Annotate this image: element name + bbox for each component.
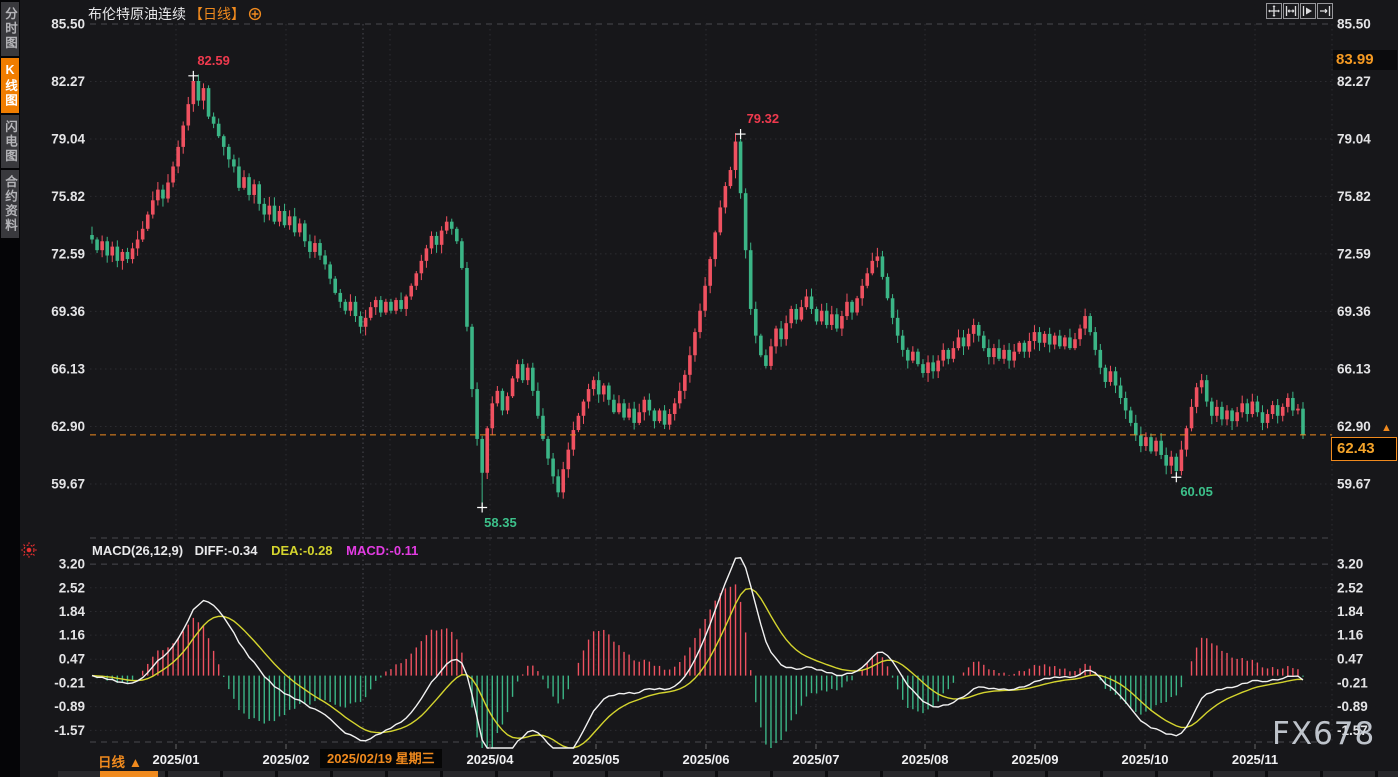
price-tick-label-right: 62.90: [1337, 419, 1371, 434]
chart-toolbar: [1266, 3, 1333, 19]
macd-tick-label-left: -1.57: [54, 723, 85, 738]
price-tick-label-right: 59.67: [1337, 477, 1371, 492]
goto-latest-icon[interactable]: [1317, 3, 1333, 19]
extreme-cross-marker: [736, 129, 746, 139]
price-tick-label-right: 82.27: [1337, 74, 1371, 89]
macd-dea-value: DEA:-0.28: [271, 543, 332, 558]
month-label: 2025/10: [1122, 752, 1169, 767]
chart-title: 布伦特原油连续 【日线】: [88, 4, 262, 24]
macd-tick-label-left: -0.21: [54, 675, 85, 690]
month-label: 2025/05: [573, 752, 620, 767]
annotation-low-apr: 58.35: [484, 515, 517, 530]
macd-tick-label-left: 2.52: [59, 580, 85, 595]
price-up-arrow-icon: ▲: [1381, 422, 1392, 434]
fit-width-icon[interactable]: [1283, 3, 1299, 19]
price-tick-label-right: 75.82: [1337, 189, 1371, 204]
last-price-tag: 62.43: [1331, 437, 1397, 461]
price-tick-label-left: 75.82: [51, 189, 85, 204]
pan-tool-icon[interactable]: [1266, 3, 1282, 19]
macd-tick-label-right: 1.16: [1337, 628, 1364, 643]
price-tick-label-left: 82.27: [51, 74, 85, 89]
price-tick-label-right: 69.36: [1337, 304, 1371, 319]
extreme-cross-marker: [477, 503, 487, 513]
crosshair-date-label: 2025/02/19 星期三: [320, 749, 442, 768]
annotation-high-jan: 82.59: [197, 53, 230, 68]
price-tick-label-left: 66.13: [51, 361, 85, 376]
month-label: 2025/02: [263, 752, 310, 767]
play-forward-icon[interactable]: [1300, 3, 1316, 19]
annotation-high-jun: 79.32: [747, 111, 780, 126]
macd-tick-label-left: 1.16: [59, 628, 86, 643]
month-label: 2025/04: [467, 752, 515, 767]
indicator-alert-icon[interactable]: [20, 541, 38, 564]
price-tick-label-right: 79.04: [1337, 132, 1371, 147]
chart-scrollbar[interactable]: [58, 771, 1398, 777]
sidebar-item-contract-info[interactable]: 合约资料: [1, 170, 19, 238]
price-tick-label-left: 72.59: [51, 246, 85, 261]
macd-tick-label-right: 2.52: [1337, 580, 1363, 595]
price-tick-label-right: 66.13: [1337, 361, 1371, 376]
macd-tick-label-right: -0.89: [1337, 699, 1368, 714]
price-tick-label-left: 62.90: [51, 419, 85, 434]
macd-tick-label-left: 3.20: [59, 557, 85, 572]
month-label: 2025/08: [902, 752, 949, 767]
price-tick-label-right: 85.50: [1337, 17, 1371, 32]
diff-line: [92, 558, 1303, 748]
macd-tick-label-left: 0.47: [59, 652, 85, 667]
symbol-name: 布伦特原油连续: [88, 4, 186, 24]
month-label: 2025/07: [793, 752, 840, 767]
price-tick-label-left: 79.04: [51, 132, 85, 147]
annotation-low-oct: 60.05: [1180, 484, 1213, 499]
month-label: 2025/01: [153, 752, 200, 767]
chart-canvas[interactable]: 85.50 85.50 82.27 82.27 79.04 79.04 75.82 75.82…: [0, 0, 1398, 777]
price-tick-label-left: 59.67: [51, 477, 85, 492]
macd-legend: MACD(26,12,9) DIFF:-0.34 DEA:-0.28 MACD:…: [92, 543, 418, 558]
left-tab-rail: 分时图 K线图 闪电图 合约资料: [0, 0, 20, 777]
price-tick-label-right: 72.59: [1337, 246, 1371, 261]
macd-tick-label-right: 3.20: [1337, 557, 1363, 572]
macd-tick-label-left: 1.84: [59, 604, 86, 619]
macd-tick-label-right: -0.21: [1337, 675, 1368, 690]
month-label: 2025/11: [1232, 752, 1278, 767]
extreme-cross-marker: [188, 71, 198, 81]
month-label: 2025/06: [683, 752, 730, 767]
extreme-cross-marker: [1171, 472, 1181, 482]
macd-diff-value: DIFF:-0.34: [195, 543, 258, 558]
price-tick-label-left: 85.50: [51, 17, 85, 32]
sidebar-item-time-chart[interactable]: 分时图: [1, 2, 19, 56]
macd-histogram: [97, 584, 1303, 748]
candlestick-series: [90, 74, 1305, 507]
watermark: FX678: [1272, 716, 1375, 752]
period-selector[interactable]: 日线 ▲: [98, 751, 142, 771]
period-tag: 【日线】: [189, 4, 245, 24]
price-tick-label-left: 69.36: [51, 304, 85, 319]
month-label: 2025/09: [1012, 752, 1059, 767]
sidebar-item-kline-chart[interactable]: K线图: [1, 58, 19, 113]
sidebar-item-flash-chart[interactable]: 闪电图: [1, 115, 19, 169]
macd-tick-label-right: 0.47: [1337, 652, 1363, 667]
macd-macd-value: MACD:-0.11: [346, 543, 418, 558]
settings-gear-icon[interactable]: [248, 7, 262, 21]
reference-price-tag: 83.99: [1333, 50, 1397, 70]
macd-params: MACD(26,12,9): [92, 543, 183, 558]
macd-tick-label-left: -0.89: [54, 699, 85, 714]
dea-line: [92, 589, 1303, 748]
macd-tick-label-right: 1.84: [1337, 604, 1364, 619]
scrollbar-thumb[interactable]: [100, 771, 158, 777]
